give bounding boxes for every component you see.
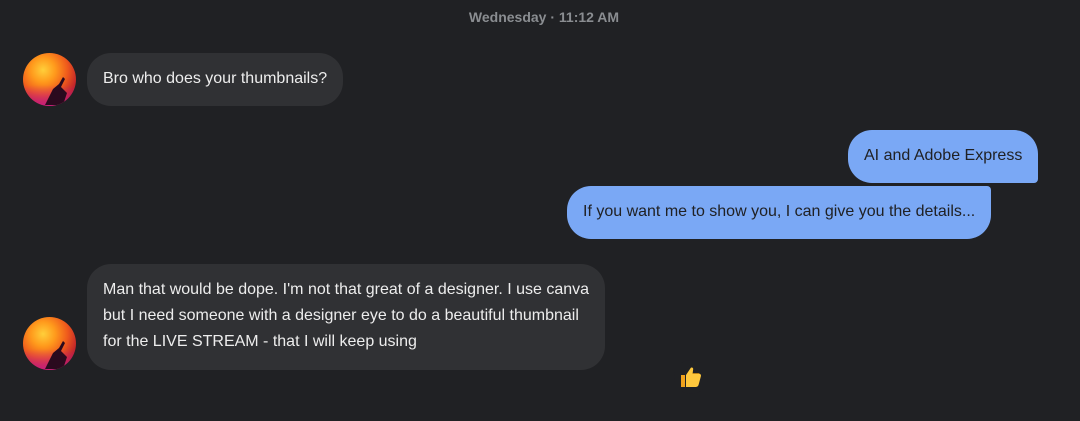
message-text: If you want me to show you, I can give y… [583,203,976,220]
message-text-line: but I need someone with a designer eye t… [103,307,579,324]
outgoing-message-bubble[interactable]: If you want me to show you, I can give y… [567,186,992,239]
thumbs-up-icon [681,367,701,387]
message-text: Bro who does your thumbnails? [103,70,328,87]
contact-avatar[interactable] [23,317,76,370]
incoming-message-bubble[interactable]: Man that would be dope. I'm not that gre… [87,264,606,370]
message-text: AI and Adobe Express [864,147,1023,164]
incoming-message-bubble[interactable]: Bro who does your thumbnails? [87,53,344,106]
avatar-silhouette-icon [45,341,67,369]
contact-avatar[interactable] [23,53,76,106]
message-text-line: Man that would be dope. I'm not that gre… [103,281,590,298]
avatar-silhouette-icon [45,77,67,105]
conversation-timestamp: Wednesday · 11:12 AM [468,9,620,25]
outgoing-message-bubble[interactable]: AI and Adobe Express [848,130,1039,183]
message-reaction[interactable] [674,360,708,394]
message-text-line: for the LIVE STREAM - that I will keep u… [103,333,417,350]
